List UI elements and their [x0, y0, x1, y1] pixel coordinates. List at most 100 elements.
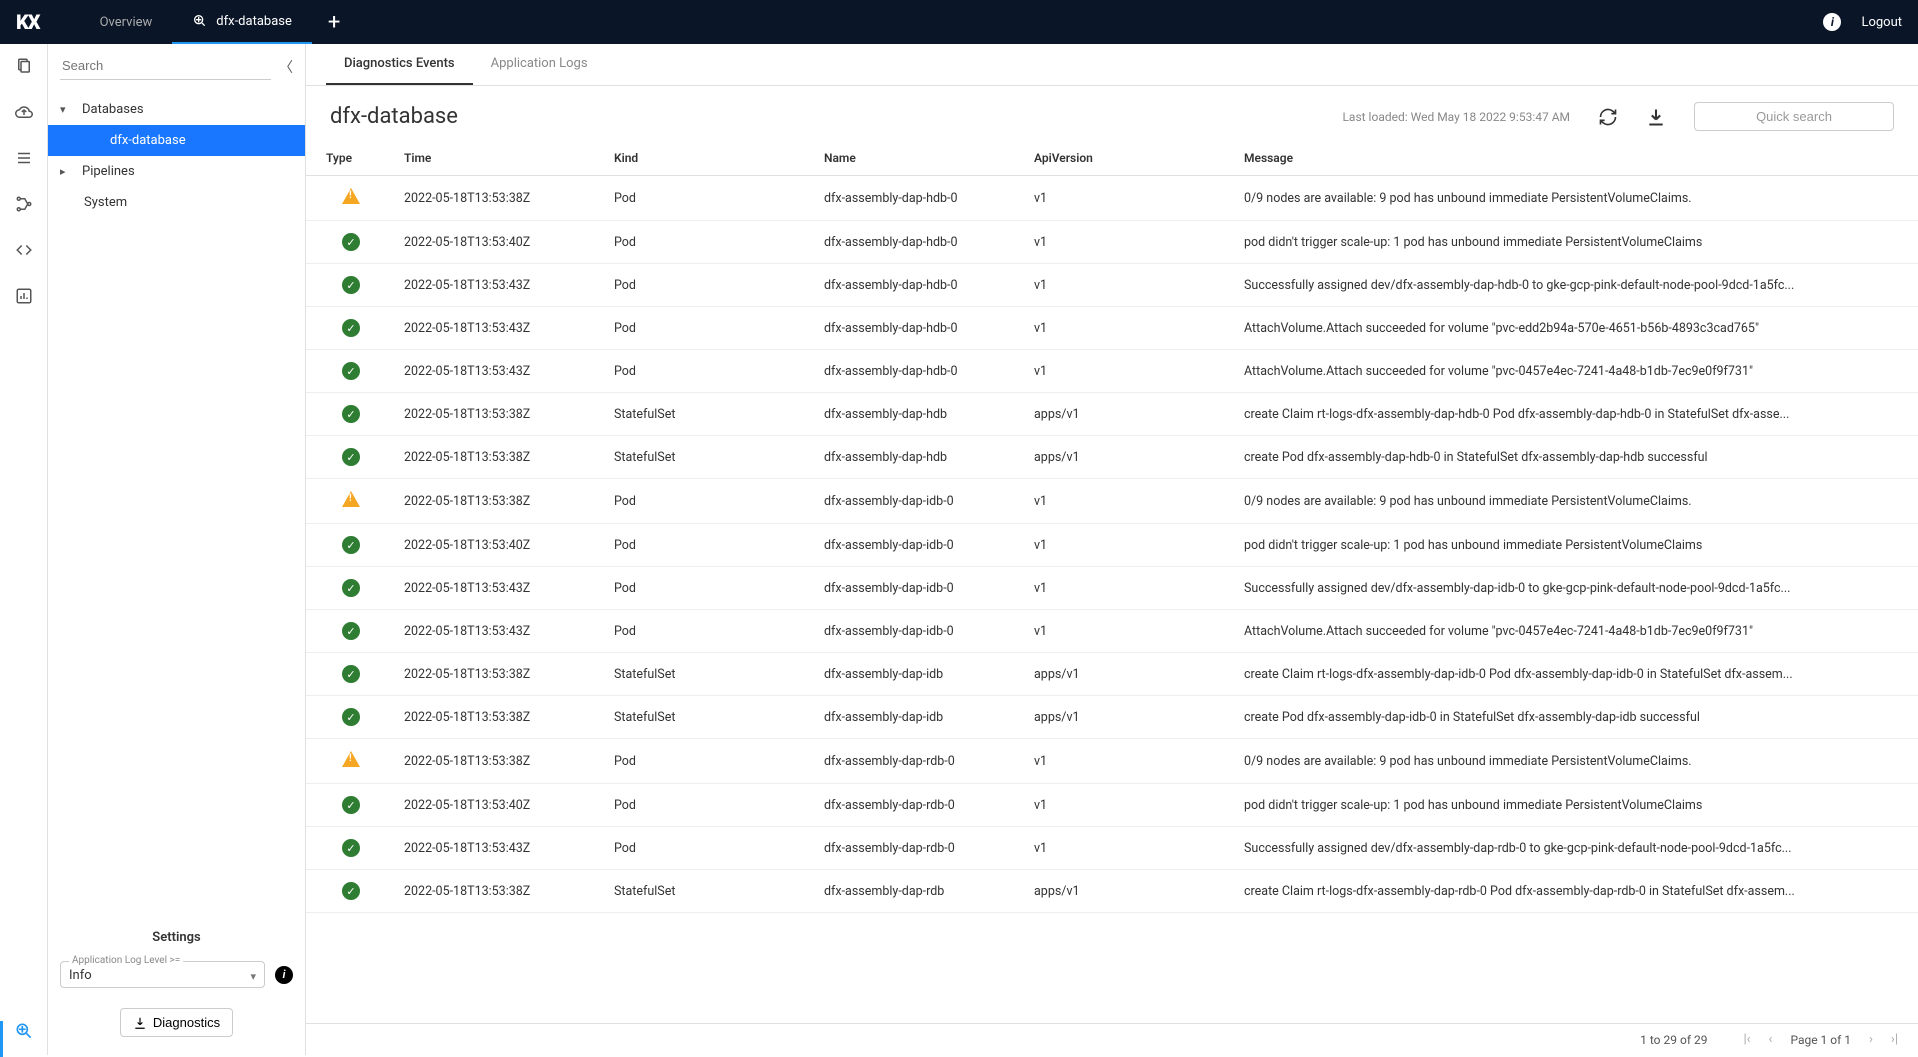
tab-overview[interactable]: Overview: [80, 0, 173, 44]
rail-upload-icon[interactable]: [14, 102, 34, 122]
success-icon: ✓: [342, 276, 360, 294]
success-icon: ✓: [342, 319, 360, 337]
table-row[interactable]: ✓ 2022-05-18T13:53:43ZPoddfx-assembly-dap…: [306, 307, 1918, 350]
table-row[interactable]: ✓2022-05-18T13:53:43ZPoddfx-assembly-dap…: [306, 567, 1918, 610]
table-row[interactable]: ✓2022-05-18T13:53:40ZPoddfx-assembly-dap…: [306, 221, 1918, 264]
rail-chart-icon[interactable]: [14, 286, 34, 306]
cell-apiversion: apps/v1: [1026, 870, 1236, 913]
table-row[interactable]: ✓2022-05-18T13:53:43ZPoddfx-assembly-dap…: [306, 827, 1918, 870]
table-row[interactable]: ✓2022-05-18T13:53:43ZPoddfx-assembly-dap…: [306, 610, 1918, 653]
cell-type: ✓: [306, 221, 396, 264]
table-row[interactable]: ✓2022-05-18T13:53:38ZStatefulSetdfx-asse…: [306, 870, 1918, 913]
table-row[interactable]: 2022-05-18T13:53:38ZPoddfx-assembly-dap-…: [306, 739, 1918, 784]
tree-databases[interactable]: ▾ Databases: [48, 94, 305, 125]
cell-time: 2022-05-18T13:53:38Z: [396, 696, 606, 739]
pager: |‹ ‹ Page 1 of 1 › ›|: [1743, 1032, 1898, 1047]
download-diagnostics-button[interactable]: Diagnostics: [120, 1008, 233, 1037]
cell-time: 2022-05-18T13:53:43Z: [396, 307, 606, 350]
cell-kind: Pod: [606, 479, 816, 524]
rail-diagnostics-icon[interactable]: [14, 1021, 34, 1041]
cell-message: create Pod dfx-assembly-dap-hdb-0 in Sta…: [1236, 436, 1918, 479]
cell-message: create Claim rt-logs-dfx-assembly-dap-rd…: [1236, 870, 1918, 913]
success-icon: ✓: [342, 536, 360, 554]
table-row[interactable]: ✓2022-05-18T13:53:38ZStatefulSetdfx-asse…: [306, 653, 1918, 696]
cell-time: 2022-05-18T13:53:38Z: [396, 176, 606, 221]
info-icon[interactable]: i: [1823, 13, 1841, 31]
last-page-button[interactable]: ›|: [1891, 1032, 1898, 1047]
table-row[interactable]: 2022-05-18T13:53:38ZPoddfx-assembly-dap-…: [306, 479, 1918, 524]
table-row[interactable]: ✓ 2022-05-18T13:53:40ZPoddfx-assembly-dap…: [306, 524, 1918, 567]
log-level-info-icon[interactable]: i: [275, 966, 293, 984]
cell-apiversion: apps/v1: [1026, 393, 1236, 436]
cell-message: 0/9 nodes are available: 9 pod has unbou…: [1236, 479, 1918, 524]
cell-name: dfx-assembly-dap-idb-0: [816, 567, 1026, 610]
download-diagnostics-label: Diagnostics: [153, 1015, 220, 1030]
table-row[interactable]: 2022-05-18T13:53:38ZPoddfx-assembly-dap-…: [306, 176, 1918, 221]
cell-apiversion: v1: [1026, 176, 1236, 221]
cell-kind: StatefulSet: [606, 653, 816, 696]
log-level-select-wrap[interactable]: Application Log Level >= Info ▾: [60, 961, 265, 988]
cell-time: 2022-05-18T13:53:40Z: [396, 784, 606, 827]
cell-kind: StatefulSet: [606, 393, 816, 436]
subtab-application-logs[interactable]: Application Logs: [473, 44, 606, 85]
tree-dfx-database[interactable]: • dfx-database: [48, 125, 305, 156]
cell-apiversion: v1: [1026, 307, 1236, 350]
refresh-button[interactable]: [1598, 107, 1618, 127]
table-row[interactable]: ✓2022-05-18T13:53:38ZStatefulSetdfx-asse…: [306, 696, 1918, 739]
col-header-time[interactable]: Time: [396, 141, 606, 176]
table-row[interactable]: ✓2022-05-18T13:53:43ZPoddfx-assembly-dap…: [306, 350, 1918, 393]
download-button[interactable]: [1646, 107, 1666, 127]
first-page-button[interactable]: |‹: [1743, 1032, 1750, 1047]
tree-system[interactable]: System: [48, 187, 305, 218]
success-icon: ✓: [342, 405, 360, 423]
cell-type: ✓: [306, 307, 396, 350]
table-row[interactable]: ✓2022-05-18T13:53:40ZPoddfx-assembly-dap…: [306, 784, 1918, 827]
cell-kind: StatefulSet: [606, 436, 816, 479]
download-icon: [133, 1016, 147, 1030]
rail-pipeline-icon[interactable]: [14, 194, 34, 214]
chevron-right-icon: ▸: [60, 165, 72, 178]
cell-type: ✓: [306, 827, 396, 870]
logout-link[interactable]: Logout: [1861, 15, 1902, 30]
cell-name: dfx-assembly-dap-hdb-0: [816, 307, 1026, 350]
cell-type: ✓: [306, 264, 396, 307]
col-header-type[interactable]: Type: [306, 141, 396, 176]
collapse-sidebar-icon[interactable]: 〈: [279, 57, 293, 77]
table-row[interactable]: ✓2022-05-18T13:53:38ZStatefulSetdfx-asse…: [306, 436, 1918, 479]
table-row[interactable]: ✓2022-05-18T13:53:38ZStatefulSetdfx-asse…: [306, 393, 1918, 436]
events-table: Type Time Kind Name ApiVersion Message 2…: [306, 141, 1918, 913]
success-icon: ✓: [342, 796, 360, 814]
cell-name: dfx-assembly-dap-idb-0: [816, 524, 1026, 567]
col-header-name[interactable]: Name: [816, 141, 1026, 176]
table-row[interactable]: ✓2022-05-18T13:53:43ZPoddfx-assembly-dap…: [306, 264, 1918, 307]
col-header-kind[interactable]: Kind: [606, 141, 816, 176]
tree-pipelines[interactable]: ▸ Pipelines: [48, 156, 305, 187]
tab-dfx-database[interactable]: dfx-database: [172, 0, 312, 44]
rail-list-icon[interactable]: [14, 148, 34, 168]
add-tab-button[interactable]: +: [312, 10, 356, 35]
success-icon: ✓: [342, 448, 360, 466]
rail-documents-icon[interactable]: [14, 56, 34, 76]
rail-code-icon[interactable]: [14, 240, 34, 260]
cell-apiversion: v1: [1026, 524, 1236, 567]
next-page-button[interactable]: ›: [1869, 1032, 1873, 1047]
cell-apiversion: v1: [1026, 567, 1236, 610]
cell-kind: Pod: [606, 307, 816, 350]
col-header-apiversion[interactable]: ApiVersion: [1026, 141, 1236, 176]
cell-kind: Pod: [606, 524, 816, 567]
success-icon: ✓: [342, 579, 360, 597]
cell-time: 2022-05-18T13:53:40Z: [396, 524, 606, 567]
sidebar-search-input[interactable]: [60, 54, 271, 80]
cell-type: [306, 479, 396, 524]
cell-name: dfx-assembly-dap-idb-0: [816, 610, 1026, 653]
subtab-diagnostics-events[interactable]: Diagnostics Events: [326, 44, 473, 85]
events-header-row: Type Time Kind Name ApiVersion Message: [306, 141, 1918, 176]
cell-time: 2022-05-18T13:53:40Z: [396, 221, 606, 264]
success-icon: ✓: [342, 233, 360, 251]
col-header-message[interactable]: Message: [1236, 141, 1918, 176]
quick-search-input[interactable]: [1694, 102, 1894, 131]
cell-name: dfx-assembly-dap-hdb: [816, 393, 1026, 436]
prev-page-button[interactable]: ‹: [1769, 1032, 1773, 1047]
events-table-wrap[interactable]: Type Time Kind Name ApiVersion Message 2…: [306, 141, 1918, 1023]
cell-kind: StatefulSet: [606, 696, 816, 739]
